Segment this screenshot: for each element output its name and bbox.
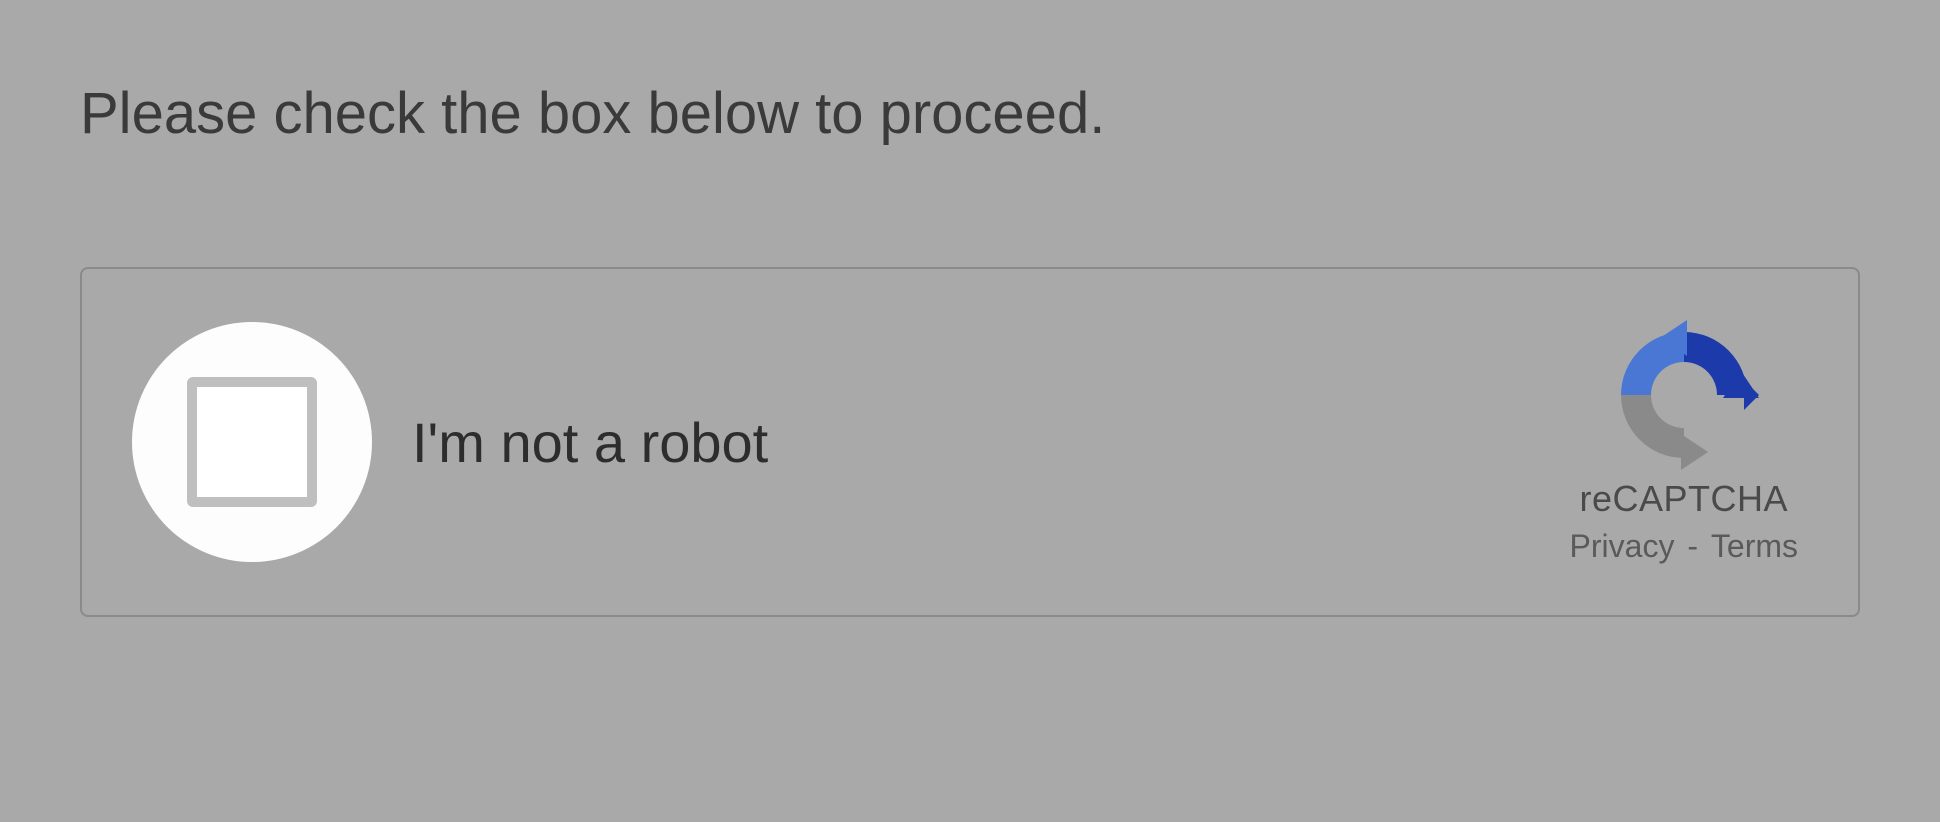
recaptcha-widget: I'm not a robot reCAPTCHA Privacy - T [80, 267, 1860, 617]
recaptcha-terms-link[interactable]: Terms [1711, 528, 1798, 564]
recaptcha-label: I'm not a robot [412, 410, 768, 475]
recaptcha-privacy-link[interactable]: Privacy [1570, 528, 1675, 564]
checkbox-halo [132, 322, 372, 562]
recaptcha-checkbox[interactable] [187, 377, 317, 507]
captcha-container: Please check the box below to proceed. I… [0, 0, 1940, 617]
instruction-text: Please check the box below to proceed. [80, 80, 1860, 147]
captcha-left-group: I'm not a robot [132, 322, 768, 562]
link-separator: - [1678, 528, 1706, 564]
recaptcha-legal-links: Privacy - Terms [1570, 528, 1798, 565]
recaptcha-branding: reCAPTCHA Privacy - Terms [1570, 320, 1808, 565]
recaptcha-logo-icon [1609, 320, 1759, 470]
recaptcha-brand-text: reCAPTCHA [1580, 478, 1789, 520]
